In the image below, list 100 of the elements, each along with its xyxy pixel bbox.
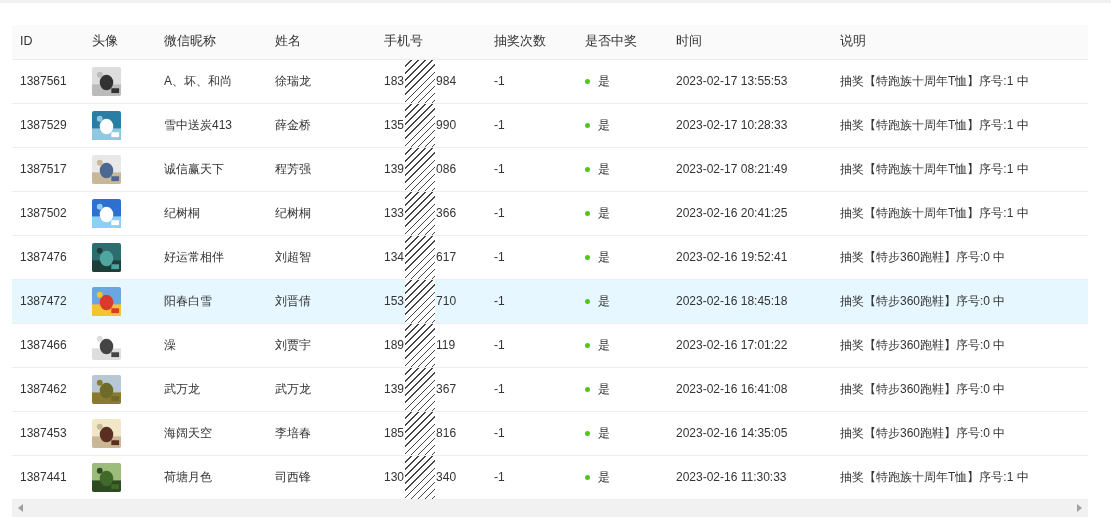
id-text: 1387517: [20, 162, 67, 176]
note-text: 抽奖【特跑族十周年T恤】序号:1 中: [840, 162, 1029, 176]
draw-count-text: -1: [494, 338, 505, 352]
column-header: 手机号: [376, 25, 486, 59]
time-text: 2023-02-16 17:01:22: [676, 338, 788, 352]
redaction-hatch: [405, 191, 436, 235]
note-text: 抽奖【特步360跑鞋】序号:0 中: [840, 250, 1006, 264]
redaction-hatch: [405, 59, 436, 103]
time-text: 2023-02-16 14:35:05: [676, 426, 788, 440]
column-header: 是否中奖: [577, 25, 668, 59]
redaction-hatch: [405, 411, 436, 455]
time-text: 2023-02-16 19:52:41: [676, 250, 788, 264]
phone-text: 189: [384, 337, 405, 352]
phone-text: 134: [384, 249, 405, 264]
nickname-text: 阳春白雪: [164, 294, 212, 308]
note-text: 抽奖【特跑族十周年T恤】序号:1 中: [840, 206, 1029, 220]
status-text: 是: [598, 162, 610, 176]
phone-text: 366: [436, 205, 457, 220]
name-text: 徐瑞龙: [275, 74, 311, 88]
id-text: 1387453: [20, 426, 67, 440]
status-text: 是: [598, 250, 610, 264]
time-text: 2023-02-16 11:30:33: [676, 470, 787, 484]
name-text: 司西锋: [275, 470, 311, 484]
nickname-text: A、坏、和尚: [164, 74, 232, 88]
nickname-text: 武万龙: [164, 382, 200, 396]
phone-text: 139: [384, 381, 405, 396]
draw-count-text: -1: [494, 294, 505, 308]
name-text: 武万龙: [275, 382, 311, 396]
time-text: 2023-02-17 13:55:53: [676, 74, 788, 88]
id-text: 1387561: [20, 74, 67, 88]
nickname-text: 好运常相伴: [164, 250, 224, 264]
note-text: 抽奖【特跑族十周年T恤】序号:1 中: [840, 118, 1029, 132]
column-header: 头像: [84, 25, 156, 59]
column-header: 微信昵称: [156, 25, 267, 59]
redaction-hatch: [405, 455, 436, 499]
redaction-hatch: [405, 103, 436, 147]
phone-text: 139: [384, 161, 405, 176]
note-text: 抽奖【特步360跑鞋】序号:0 中: [840, 338, 1006, 352]
note-text: 抽奖【特跑族十周年T恤】序号:1 中: [840, 74, 1029, 88]
draw-count-text: -1: [494, 382, 505, 396]
phone-text: 617: [436, 249, 457, 264]
redaction-hatch: [405, 279, 436, 323]
phone-text: 153: [384, 293, 405, 308]
name-text: 纪树桐: [275, 206, 311, 220]
time-text: 2023-02-17 10:28:33: [676, 118, 788, 132]
note-text: 抽奖【特跑族十周年T恤】序号:1 中: [840, 470, 1029, 484]
id-text: 1387462: [20, 382, 67, 396]
draw-count-text: -1: [494, 470, 505, 484]
column-header: 抽奖次数: [486, 25, 577, 59]
status-text: 是: [598, 74, 610, 88]
draw-count-text: -1: [494, 206, 505, 220]
status-text: 是: [598, 470, 610, 484]
phone-text: 130: [384, 469, 405, 484]
scroll-left-icon[interactable]: [18, 504, 23, 512]
phone-text: 185: [384, 425, 405, 440]
column-header: 说明: [832, 25, 1088, 59]
status-text: 是: [598, 426, 610, 440]
time-text: 2023-02-16 20:41:25: [676, 206, 788, 220]
nickname-text: 诚信赢天下: [164, 162, 224, 176]
name-text: 薛金桥: [275, 118, 311, 132]
draw-count-text: -1: [494, 426, 505, 440]
id-text: 1387472: [20, 294, 67, 308]
redaction-hatch: [405, 235, 436, 279]
redaction-hatch: [405, 323, 436, 367]
phone-text: 119: [436, 337, 456, 352]
phone-text: 086: [436, 161, 457, 176]
name-text: 刘贾宇: [275, 338, 311, 352]
id-text: 1387502: [20, 206, 67, 220]
phone-text: 816: [436, 425, 457, 440]
status-text: 是: [598, 206, 610, 220]
phone-text: 990: [436, 117, 457, 132]
name-text: 刘超智: [275, 250, 311, 264]
draw-count-text: -1: [494, 118, 505, 132]
note-text: 抽奖【特步360跑鞋】序号:0 中: [840, 426, 1006, 440]
phone-text: 984: [436, 73, 457, 88]
phone-text: 367: [436, 381, 457, 396]
status-text: 是: [598, 382, 610, 396]
draw-count-text: -1: [494, 74, 505, 88]
time-text: 2023-02-16 18:45:18: [676, 294, 788, 308]
scroll-right-icon[interactable]: [1077, 504, 1082, 512]
status-text: 是: [598, 338, 610, 352]
time-text: 2023-02-16 16:41:08: [676, 382, 788, 396]
nickname-text: 荷塘月色: [164, 470, 212, 484]
note-text: 抽奖【特步360跑鞋】序号:0 中: [840, 294, 1006, 308]
draw-count-text: -1: [494, 162, 505, 176]
phone-text: 183: [384, 73, 405, 88]
nickname-text: 雪中送炭413: [164, 118, 233, 132]
nickname-text: 海阔天空: [164, 426, 212, 440]
column-header: ID: [12, 25, 84, 59]
name-text: 刘晋倩: [275, 294, 311, 308]
phone-text: 133: [384, 205, 405, 220]
id-text: 1387529: [20, 118, 67, 132]
column-header: 时间: [668, 25, 832, 59]
phone-text: 340: [436, 469, 457, 484]
status-text: 是: [598, 118, 610, 132]
redaction-hatch: [405, 147, 436, 191]
nickname-text: 纪树桐: [164, 206, 200, 220]
phone-text: 710: [436, 293, 457, 308]
phone-text: 135: [384, 117, 405, 132]
id-text: 1387476: [20, 250, 67, 264]
